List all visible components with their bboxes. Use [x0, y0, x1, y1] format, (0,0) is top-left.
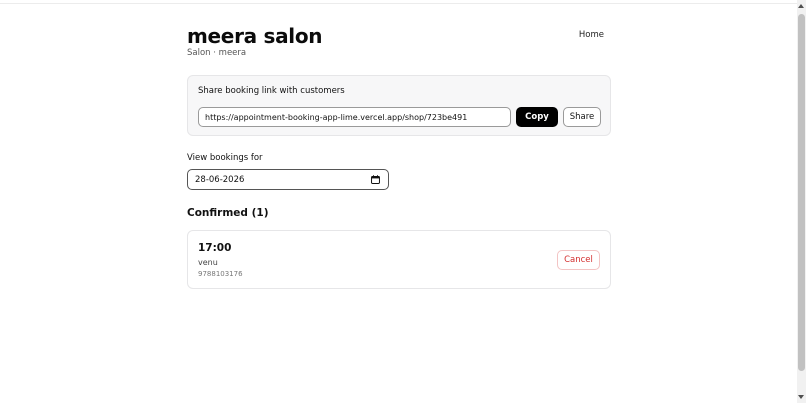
share-link-panel: Share booking link with customers Copy S… — [187, 75, 611, 136]
booking-card: 17:00 venu 9788103176 Cancel — [187, 230, 611, 289]
date-value: 28-06-2026 — [195, 175, 245, 185]
page-title: meera salon — [187, 24, 323, 48]
share-heading: Share booking link with customers — [198, 86, 345, 96]
scroll-up-arrow-icon[interactable] — [798, 4, 804, 8]
vertical-scrollbar[interactable] — [797, 0, 806, 403]
view-bookings-label: View bookings for — [187, 153, 263, 163]
booking-date-input[interactable]: 28-06-2026 — [187, 169, 389, 190]
copy-button[interactable]: Copy — [516, 107, 558, 127]
scroll-down-arrow-icon[interactable] — [798, 395, 804, 399]
customer-phone: 9788103176 — [198, 270, 243, 278]
page-subtitle: Salon · meera — [187, 48, 247, 58]
share-button[interactable]: Share — [563, 107, 601, 127]
scrollbar-thumb[interactable] — [798, 14, 805, 371]
home-link[interactable]: Home — [579, 30, 604, 40]
booking-time: 17:00 — [198, 242, 232, 254]
customer-name: venu — [198, 258, 218, 267]
calendar-icon[interactable] — [371, 175, 380, 184]
confirmed-heading: Confirmed (1) — [187, 207, 269, 219]
page-container: meera salon Salon · meera Home Share boo… — [187, 0, 611, 403]
cancel-booking-button[interactable]: Cancel — [557, 250, 600, 270]
booking-link-input[interactable] — [198, 107, 511, 127]
